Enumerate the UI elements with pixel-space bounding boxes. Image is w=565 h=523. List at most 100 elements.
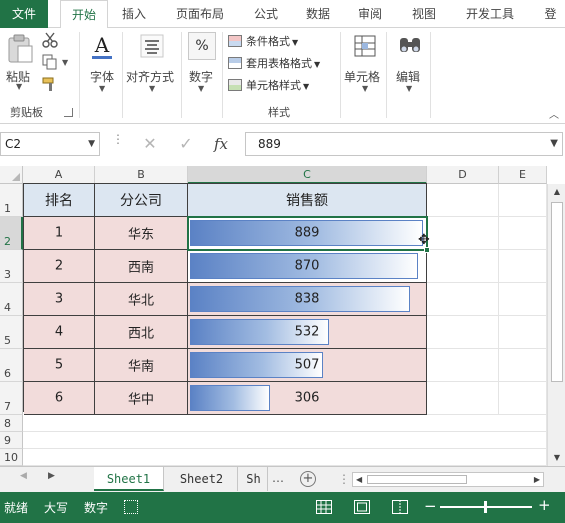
- tab-split-grip[interactable]: ⋮: [338, 472, 350, 486]
- table-row-4-rank[interactable]: 4: [24, 316, 95, 349]
- row-10-cells[interactable]: [23, 449, 547, 466]
- cancel-icon[interactable]: ✕: [139, 133, 161, 155]
- table-row-1-sales[interactable]: 889: [188, 217, 427, 250]
- cell-e7[interactable]: [499, 382, 547, 415]
- table-row-4-sales[interactable]: 532: [188, 316, 427, 349]
- cells-button[interactable]: 单元格 ▼: [344, 32, 386, 94]
- editing-button[interactable]: 编辑 ▼: [392, 32, 428, 94]
- cell-d3[interactable]: [427, 250, 499, 283]
- scroll-right-icon[interactable]: ▶: [534, 473, 540, 486]
- zoom-slider[interactable]: [440, 501, 532, 513]
- tab-data[interactable]: 数据: [296, 0, 340, 28]
- vertical-scroll-thumb[interactable]: [551, 202, 563, 382]
- column-header-e[interactable]: E: [499, 166, 547, 184]
- tab-insert[interactable]: 插入: [112, 0, 156, 28]
- paste-button[interactable]: 粘贴 ▼: [4, 32, 36, 91]
- name-box[interactable]: C2 ▼: [0, 132, 100, 156]
- number-button[interactable]: % 数字 ▼: [186, 32, 220, 94]
- cell-d7[interactable]: [427, 382, 499, 415]
- table-row-1-rank[interactable]: 1: [24, 217, 95, 250]
- collapse-ribbon-icon[interactable]: ︿: [549, 106, 559, 121]
- page-layout-view-icon[interactable]: [354, 500, 370, 514]
- copy-icon[interactable]: [42, 54, 58, 70]
- tab-view[interactable]: 视图: [402, 0, 446, 28]
- row-header-3[interactable]: 3: [0, 250, 23, 283]
- table-row-6-rank[interactable]: 6: [24, 382, 95, 415]
- tab-developer[interactable]: 开发工具: [456, 0, 524, 28]
- macro-record-icon[interactable]: [124, 500, 138, 514]
- row-header-6[interactable]: 6: [0, 349, 23, 382]
- row-header-1[interactable]: 1: [0, 184, 23, 217]
- row-header-8[interactable]: 8: [0, 415, 23, 432]
- cell-e1[interactable]: [499, 184, 547, 217]
- zoom-slider-knob[interactable]: [484, 501, 487, 513]
- tab-home[interactable]: 开始: [60, 0, 108, 29]
- table-row-3-branch[interactable]: 华北: [95, 283, 188, 316]
- row-9-cells[interactable]: [23, 432, 547, 449]
- clipboard-launcher-icon[interactable]: [64, 108, 73, 117]
- cell-e2[interactable]: [499, 217, 547, 250]
- normal-view-icon[interactable]: [316, 500, 332, 514]
- chevron-down-icon[interactable]: ▼: [88, 133, 95, 155]
- conditional-format-button[interactable]: 条件格式 ▼: [228, 32, 298, 52]
- table-row-6-sales[interactable]: 306: [188, 382, 427, 415]
- sheet-tab-sheet2[interactable]: Sheet2: [166, 467, 238, 491]
- add-sheet-button[interactable]: +: [300, 471, 316, 487]
- cell-d6[interactable]: [427, 349, 499, 382]
- table-row-4-branch[interactable]: 西北: [95, 316, 188, 349]
- vertical-scrollbar[interactable]: ▲ ▼: [547, 184, 565, 466]
- header-rank[interactable]: 排名: [24, 184, 95, 217]
- header-branch[interactable]: 分公司: [95, 184, 188, 217]
- insert-function-icon[interactable]: fx: [210, 133, 232, 155]
- cell-d2[interactable]: [427, 217, 499, 250]
- column-header-d[interactable]: D: [427, 166, 499, 184]
- table-row-2-sales[interactable]: 870: [188, 250, 427, 283]
- tab-page-layout[interactable]: 页面布局: [168, 0, 232, 28]
- more-sheets-icon[interactable]: …: [272, 471, 284, 485]
- scroll-down-icon[interactable]: ▼: [548, 450, 565, 466]
- tab-signin[interactable]: 登: [536, 0, 565, 28]
- formula-input[interactable]: 889 ▼: [245, 132, 563, 156]
- cell-e6[interactable]: [499, 349, 547, 382]
- cell-d5[interactable]: [427, 316, 499, 349]
- cell-e5[interactable]: [499, 316, 547, 349]
- expand-formula-bar-icon[interactable]: ▼: [550, 133, 558, 155]
- header-sales[interactable]: 销售额: [188, 184, 427, 217]
- table-row-2-branch[interactable]: 西南: [95, 250, 188, 283]
- cell-styles-button[interactable]: 单元格样式 ▼: [228, 76, 309, 96]
- cell-e3[interactable]: [499, 250, 547, 283]
- cell-e4[interactable]: [499, 283, 547, 316]
- row-header-9[interactable]: 9: [0, 432, 23, 449]
- cell-d1[interactable]: [427, 184, 499, 217]
- scroll-up-icon[interactable]: ▲: [548, 184, 565, 200]
- font-button[interactable]: A 字体 ▼: [86, 32, 118, 94]
- tab-review[interactable]: 审阅: [348, 0, 392, 28]
- column-header-b[interactable]: B: [95, 166, 188, 184]
- sheet-next-icon[interactable]: ▶: [48, 471, 55, 481]
- sheet-tab-sheet3[interactable]: Sh: [240, 467, 268, 491]
- scroll-left-icon[interactable]: ◀: [356, 473, 362, 486]
- row-header-10[interactable]: 10: [0, 449, 23, 466]
- row-header-7[interactable]: 7: [0, 382, 23, 415]
- format-as-table-button[interactable]: 套用表格格式 ▼: [228, 54, 320, 74]
- horizontal-scrollbar[interactable]: ◀ ▶: [352, 472, 544, 487]
- table-row-5-rank[interactable]: 5: [24, 349, 95, 382]
- horizontal-scroll-thumb[interactable]: [367, 475, 467, 484]
- copy-dropdown-icon[interactable]: ▼: [62, 58, 68, 67]
- row-8-cells[interactable]: [23, 415, 547, 432]
- table-row-6-branch[interactable]: 华中: [95, 382, 188, 415]
- row-header-2[interactable]: 2: [0, 217, 23, 250]
- column-header-c[interactable]: C: [188, 166, 427, 184]
- row-header-4[interactable]: 4: [0, 283, 23, 316]
- sheet-tab-sheet1[interactable]: Sheet1: [94, 467, 164, 491]
- enter-icon[interactable]: ✓: [175, 133, 197, 155]
- zoom-out-button[interactable]: −: [424, 497, 437, 515]
- sheet-prev-icon[interactable]: ◀: [20, 471, 27, 481]
- table-row-3-rank[interactable]: 3: [24, 283, 95, 316]
- zoom-in-button[interactable]: +: [538, 496, 551, 514]
- formula-bar-grip[interactable]: ⋮: [112, 133, 124, 145]
- select-all-button[interactable]: [0, 166, 23, 184]
- cut-icon[interactable]: [42, 32, 58, 48]
- table-row-5-sales[interactable]: 507: [188, 349, 427, 382]
- tab-formulas[interactable]: 公式: [244, 0, 288, 28]
